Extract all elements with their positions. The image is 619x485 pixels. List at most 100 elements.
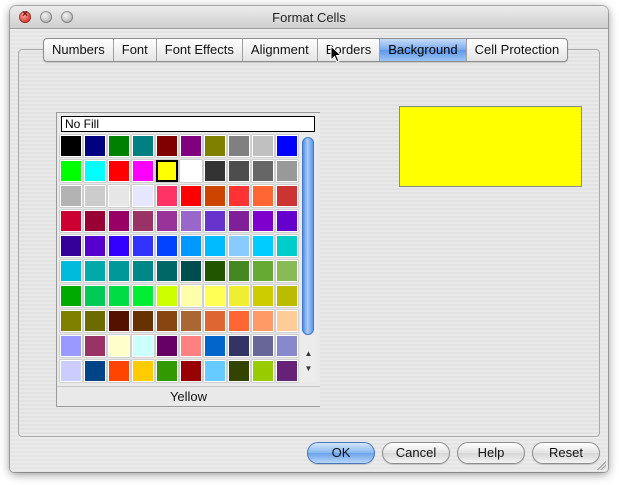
color-swatch[interactable]	[276, 235, 298, 257]
color-swatch[interactable]	[108, 335, 130, 357]
color-swatch[interactable]	[84, 310, 106, 332]
color-swatch[interactable]	[228, 210, 250, 232]
color-swatch[interactable]	[180, 160, 202, 182]
color-swatch[interactable]	[84, 335, 106, 357]
color-swatch[interactable]	[156, 160, 178, 182]
color-swatch[interactable]	[156, 285, 178, 307]
color-swatch[interactable]	[204, 235, 226, 257]
color-swatch[interactable]	[84, 160, 106, 182]
color-swatch[interactable]	[60, 285, 82, 307]
color-swatch[interactable]	[204, 360, 226, 382]
color-swatch[interactable]	[60, 310, 82, 332]
color-swatch[interactable]	[252, 360, 274, 382]
color-swatch[interactable]	[132, 285, 154, 307]
color-swatch[interactable]	[276, 335, 298, 357]
color-swatch[interactable]	[228, 235, 250, 257]
color-swatch[interactable]	[60, 235, 82, 257]
tab-cell-protection[interactable]: Cell Protection	[467, 39, 568, 61]
color-swatch[interactable]	[108, 160, 130, 182]
color-swatch[interactable]	[252, 335, 274, 357]
color-swatch[interactable]	[276, 210, 298, 232]
color-swatch[interactable]	[156, 260, 178, 282]
color-swatch[interactable]	[276, 135, 298, 157]
color-swatch[interactable]	[132, 185, 154, 207]
color-swatch[interactable]	[228, 185, 250, 207]
color-swatch[interactable]	[132, 335, 154, 357]
color-swatch[interactable]	[204, 185, 226, 207]
color-swatch[interactable]	[84, 210, 106, 232]
color-swatch[interactable]	[204, 260, 226, 282]
color-swatch[interactable]	[228, 260, 250, 282]
color-swatch[interactable]	[252, 285, 274, 307]
color-swatch[interactable]	[180, 185, 202, 207]
color-swatch[interactable]	[228, 285, 250, 307]
color-swatch[interactable]	[180, 335, 202, 357]
help-button[interactable]: Help	[457, 442, 525, 464]
color-swatch[interactable]	[204, 335, 226, 357]
color-swatch[interactable]	[108, 210, 130, 232]
tab-background[interactable]: Background	[380, 39, 467, 61]
color-swatch[interactable]	[180, 310, 202, 332]
reset-button[interactable]: Reset	[532, 442, 600, 464]
color-swatch[interactable]	[156, 360, 178, 382]
color-swatch[interactable]	[180, 260, 202, 282]
color-swatch[interactable]	[228, 135, 250, 157]
color-swatch[interactable]	[108, 360, 130, 382]
color-swatch[interactable]	[276, 185, 298, 207]
tab-alignment[interactable]: Alignment	[243, 39, 318, 61]
color-swatch[interactable]	[60, 360, 82, 382]
color-swatch[interactable]	[252, 235, 274, 257]
color-swatch[interactable]	[108, 135, 130, 157]
color-swatch[interactable]	[156, 235, 178, 257]
resize-grip-icon[interactable]	[596, 460, 606, 470]
color-swatch[interactable]	[228, 160, 250, 182]
color-swatch[interactable]	[60, 260, 82, 282]
color-swatch[interactable]	[180, 360, 202, 382]
color-swatch[interactable]	[204, 210, 226, 232]
scrollbar-thumb[interactable]	[302, 137, 314, 335]
color-swatch[interactable]	[156, 335, 178, 357]
color-swatch[interactable]	[180, 285, 202, 307]
color-swatch[interactable]	[84, 285, 106, 307]
color-swatch[interactable]	[60, 160, 82, 182]
tab-numbers[interactable]: Numbers	[44, 39, 114, 61]
tab-borders[interactable]: Borders	[318, 39, 381, 61]
color-swatch[interactable]	[108, 310, 130, 332]
color-swatch[interactable]	[132, 135, 154, 157]
color-swatch[interactable]	[108, 285, 130, 307]
tab-font-effects[interactable]: Font Effects	[157, 39, 243, 61]
color-swatch[interactable]	[132, 210, 154, 232]
color-swatch[interactable]	[276, 285, 298, 307]
scroll-down-arrow-icon[interactable]: ▼	[301, 364, 316, 373]
color-swatch[interactable]	[252, 185, 274, 207]
color-swatch[interactable]	[276, 360, 298, 382]
color-swatch[interactable]	[276, 310, 298, 332]
color-swatch[interactable]	[156, 135, 178, 157]
color-swatch[interactable]	[204, 285, 226, 307]
color-swatch[interactable]	[60, 210, 82, 232]
color-swatch[interactable]	[156, 185, 178, 207]
color-swatch[interactable]	[132, 310, 154, 332]
color-swatch[interactable]	[180, 235, 202, 257]
color-swatch[interactable]	[228, 335, 250, 357]
color-swatch[interactable]	[252, 210, 274, 232]
color-swatch[interactable]	[84, 135, 106, 157]
color-swatch[interactable]	[228, 310, 250, 332]
color-swatch[interactable]	[108, 235, 130, 257]
color-swatch[interactable]	[276, 260, 298, 282]
color-swatch[interactable]	[84, 235, 106, 257]
tab-font[interactable]: Font	[114, 39, 157, 61]
color-swatch[interactable]	[180, 210, 202, 232]
cancel-button[interactable]: Cancel	[382, 442, 450, 464]
color-swatch[interactable]	[132, 160, 154, 182]
color-swatch[interactable]	[60, 335, 82, 357]
color-swatch[interactable]	[252, 160, 274, 182]
color-swatch[interactable]	[204, 310, 226, 332]
color-swatch[interactable]	[228, 360, 250, 382]
no-fill-option[interactable]: No Fill	[61, 116, 315, 132]
color-swatch[interactable]	[108, 185, 130, 207]
color-swatch[interactable]	[132, 360, 154, 382]
color-swatch[interactable]	[204, 135, 226, 157]
color-swatch[interactable]	[84, 360, 106, 382]
color-swatch[interactable]	[60, 135, 82, 157]
